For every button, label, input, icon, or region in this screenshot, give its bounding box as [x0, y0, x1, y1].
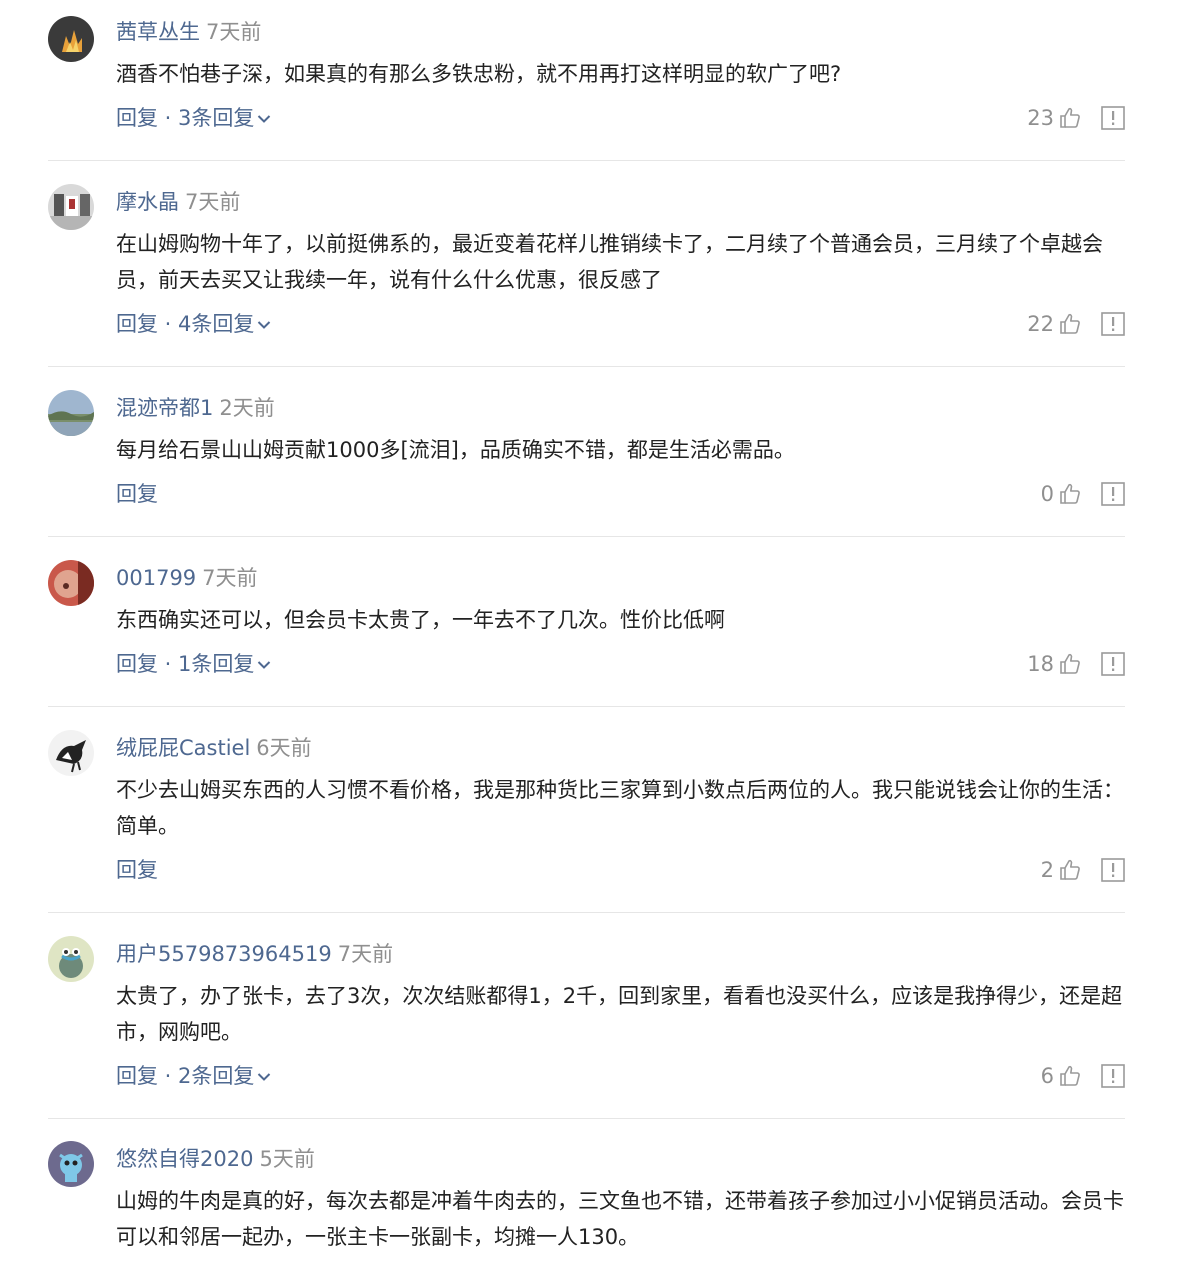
reply-button[interactable]: 回复	[116, 652, 158, 676]
comment-text: 酒香不怕巷子深，如果真的有那么多铁忠粉，就不用再打这样明显的软广了吧?	[116, 62, 842, 86]
comment-text: 太贵了，办了张卡，去了3次，次次结账都得1，2千，回到家里，看看也没买什么，应该…	[116, 984, 1123, 1044]
comment-time: 7天前	[206, 20, 262, 44]
comment-time: 7天前	[337, 942, 394, 966]
reply-actions[interactable]: 回复 · 1条回复	[116, 650, 271, 678]
chevron-down-icon	[258, 661, 271, 669]
like-count: 22	[1027, 312, 1054, 336]
reply-actions[interactable]: 回复 · 2条回复	[116, 1062, 271, 1090]
comment-time: 2天前	[219, 396, 275, 420]
report-icon[interactable]	[1101, 858, 1125, 882]
reply-button[interactable]: 回复	[116, 1064, 158, 1088]
divider	[48, 1118, 1125, 1119]
chevron-down-icon	[258, 1073, 271, 1081]
reply-button[interactable]: 回复	[116, 106, 158, 130]
comment-meta: 悠然自得2020 5天前	[116, 1145, 315, 1173]
avatar[interactable]	[48, 184, 94, 230]
comment-text: 东西确实还可以，但会员卡太贵了，一年去不了几次。性价比低啊	[116, 608, 725, 632]
reply-count-link[interactable]: 3条回复	[178, 106, 254, 130]
username[interactable]: 悠然自得2020	[116, 1147, 253, 1171]
divider	[48, 366, 1125, 367]
username[interactable]: 茜草丛生	[116, 20, 200, 44]
comment-meta: 用户5579873964519 7天前	[116, 940, 393, 968]
like-count: 23	[1027, 106, 1054, 130]
reply-count-separator: ·	[158, 312, 179, 336]
avatar[interactable]	[48, 16, 94, 62]
reply-count-link[interactable]: 4条回复	[178, 312, 254, 336]
like-button[interactable]: 0	[1041, 480, 1082, 508]
divider	[48, 160, 1125, 161]
comment-time: 5天前	[259, 1147, 315, 1171]
comment-time: 7天前	[185, 190, 241, 214]
username[interactable]: 用户5579873964519	[116, 942, 332, 966]
thumbs-up-icon	[1060, 313, 1080, 334]
username[interactable]: 混迹帝都1	[116, 396, 213, 420]
like-count: 6	[1040, 1064, 1054, 1088]
reply-count-link[interactable]: 2条回复	[178, 1064, 254, 1088]
reply-count-separator: ·	[158, 1064, 179, 1088]
avatar[interactable]	[48, 560, 94, 606]
divider	[48, 706, 1125, 707]
comment-meta: 茜草丛生 7天前	[116, 18, 261, 46]
thumbs-up-icon	[1060, 1065, 1080, 1086]
report-icon[interactable]	[1101, 312, 1125, 336]
thumbs-up-icon	[1060, 483, 1080, 504]
thumbs-up-icon	[1060, 859, 1080, 880]
divider	[48, 536, 1125, 537]
divider	[48, 912, 1125, 913]
reply-count-link[interactable]: 1条回复	[178, 652, 254, 676]
avatar[interactable]	[48, 936, 94, 982]
like-button[interactable]: 6	[1041, 1062, 1082, 1090]
comment-time: 6天前	[256, 736, 312, 760]
reply-actions[interactable]: 回复 · 3条回复	[116, 104, 271, 132]
reply-actions[interactable]: 回复 · 4条回复	[116, 310, 271, 338]
username[interactable]: 绒屁屁Castiel	[116, 736, 250, 760]
thumbs-up-icon	[1060, 107, 1080, 128]
avatar[interactable]	[48, 1141, 94, 1187]
comment-text: 不少去山姆买东西的人习惯不看价格，我是那种货比三家算到小数点后两位的人。我只能说…	[116, 778, 1124, 838]
comment-text: 在山姆购物十年了，以前挺佛系的，最近变着花样儿推销续卡了，二月续了个普通会员，三…	[116, 232, 1103, 292]
username[interactable]: 摩水晶	[116, 190, 179, 214]
like-button[interactable]: 2	[1041, 856, 1082, 884]
reply-button[interactable]: 回复	[116, 312, 158, 336]
report-icon[interactable]	[1101, 652, 1125, 676]
chevron-down-icon	[258, 321, 271, 329]
comment-meta: 混迹帝都1 2天前	[116, 394, 275, 422]
like-button[interactable]: 22	[1027, 310, 1082, 338]
reply-count-separator: ·	[158, 106, 179, 130]
thumbs-up-icon	[1060, 653, 1080, 674]
like-count: 0	[1040, 482, 1054, 506]
comment-meta: 001799 7天前	[116, 564, 258, 592]
comment-list: 茜草丛生 7天前 酒香不怕巷子深，如果真的有那么多铁忠粉，就不用再打这样明显的软广了…	[0, 0, 1200, 1270]
comment-time: 7天前	[202, 566, 258, 590]
like-button[interactable]: 18	[1027, 650, 1082, 678]
comment-meta: 摩水晶 7天前	[116, 188, 240, 216]
chevron-down-icon	[258, 115, 271, 123]
reply-actions[interactable]: 回复	[116, 856, 158, 884]
like-count: 18	[1027, 652, 1054, 676]
avatar[interactable]	[48, 730, 94, 776]
reply-actions[interactable]: 回复	[116, 480, 158, 508]
comment-text: 山姆的牛肉是真的好，每次去都是冲着牛肉去的，三文鱼也不错，还带着孩子参加过小小促…	[116, 1189, 1124, 1249]
comment-text: 每月给石景山山姆贡献1000多[流泪]，品质确实不错，都是生活必需品。	[116, 438, 795, 462]
like-count: 2	[1040, 858, 1054, 882]
reply-button[interactable]: 回复	[116, 482, 158, 506]
report-icon[interactable]	[1101, 1064, 1125, 1088]
username[interactable]: 001799	[116, 566, 196, 590]
comment-meta: 绒屁屁Castiel 6天前	[116, 734, 312, 762]
report-icon[interactable]	[1101, 482, 1125, 506]
reply-count-separator: ·	[158, 652, 179, 676]
report-icon[interactable]	[1101, 106, 1125, 130]
avatar[interactable]	[48, 390, 94, 436]
reply-button[interactable]: 回复	[116, 858, 158, 882]
like-button[interactable]: 23	[1027, 104, 1082, 132]
